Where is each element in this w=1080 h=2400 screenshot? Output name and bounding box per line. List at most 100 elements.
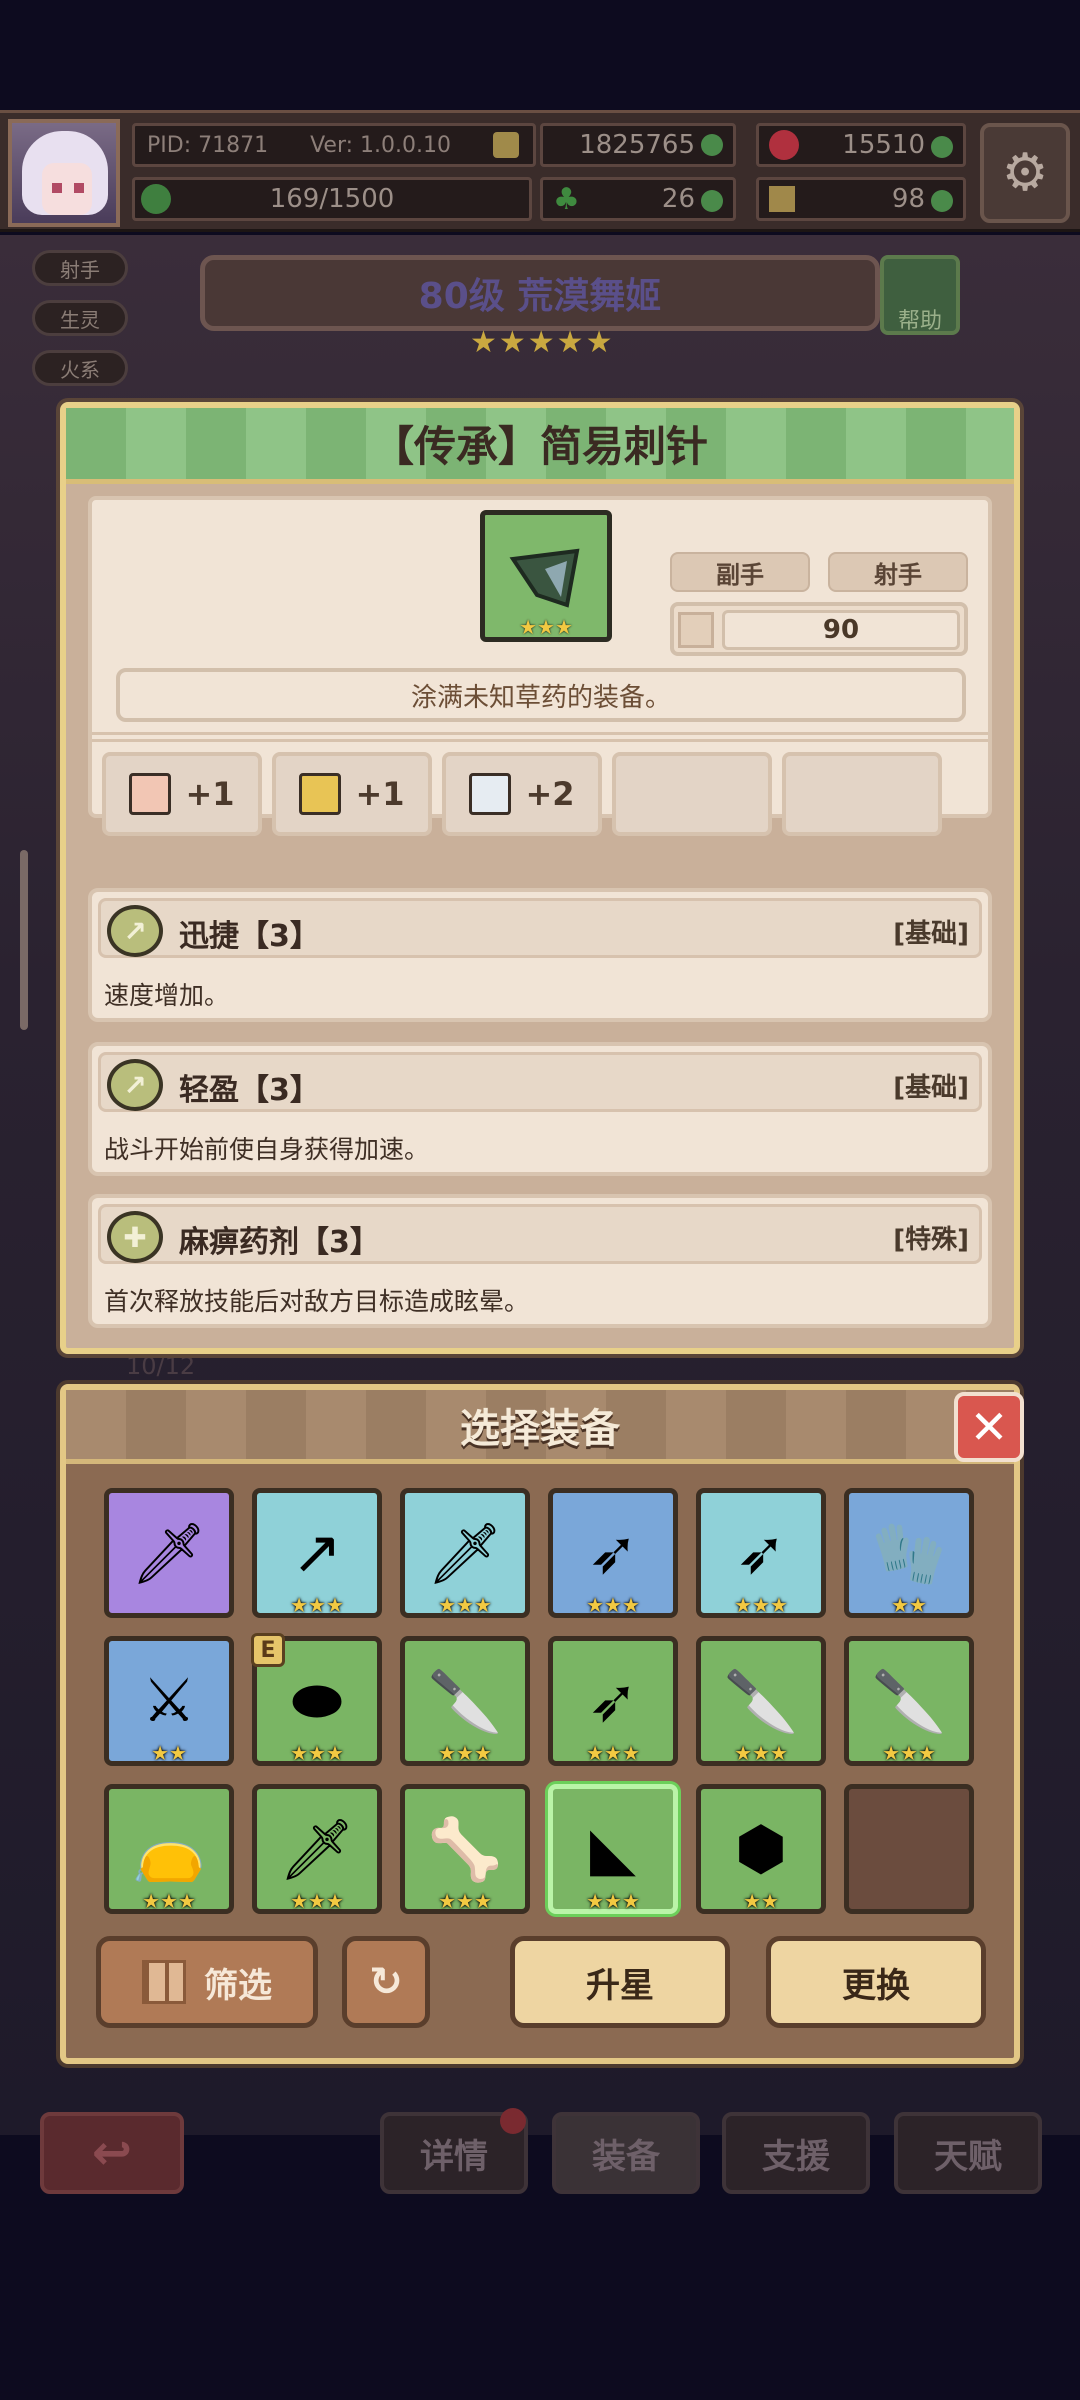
gold-row: 1825765 [540,123,736,167]
potion-skill-icon: ✚ [107,1211,163,1263]
item-stars: ★★★ [519,615,573,639]
skill-type: [基础] [893,1073,969,1103]
blade-icon: ⚔ [142,1666,196,1736]
item-stars: ★★★ [882,1741,936,1765]
leaf-icon [141,184,171,214]
add-icon[interactable] [701,190,723,212]
equipment-slot[interactable]: 🦴 ★★★ [400,1784,530,1914]
class-badge: 射手 [828,552,968,592]
gold-amount: 1825765 [579,130,695,160]
skill-name: 轻盈【3】 [179,1073,320,1108]
empty-equipment-slot[interactable] [844,1784,974,1914]
upgrade-star-button[interactable]: 升星 [510,1936,730,2028]
item-info-card: ★★★ 副手 射手 90 涂满未知草药的装备。 +1 +1 +2 [88,496,992,836]
equipment-slot[interactable]: 🗡 ★★★ [252,1784,382,1914]
refresh-icon[interactable]: ↻ [342,1936,430,2028]
equipment-slot[interactable]: 🗡 ★★★ [400,1488,530,1618]
shield-icon: ⬬ [291,1666,343,1736]
equipment-slot[interactable]: ⚔ ★★ [104,1636,234,1766]
empty-bonus-slot [782,752,942,836]
bonus-slot: +1 [102,752,262,836]
item-title: 【传承】简易刺针 [66,408,1014,484]
tab-equipment[interactable]: 装备 [552,2112,700,2194]
item-detail-panel: 【传承】简易刺针 ★★★ 副手 射手 90 涂满未知草药的装备。 +1 +1 +… [60,402,1020,1354]
equipment-slot[interactable]: ◣ ★★★ [548,1784,678,1914]
id-row: PID: 71871 Ver: 1.0.0.10 [132,123,536,167]
close-icon[interactable]: ✕ [954,1392,1024,1462]
scroll-icon [129,773,172,815]
equipment-grid: 🗡 ↗ ★★★ 🗡 ★★★ ➶ ★★★ ➶ ★★★ 🧤 ★★ ⚔ ★★ ⬬ ★★★ E 🔪 ★★★ ➶ ★★★ 🔪 ★★★… [104,1488,984,1918]
equipment-slot[interactable]: 🔪 ★★★ [400,1636,530,1766]
add-icon[interactable] [931,190,953,212]
grid-icon [678,612,714,648]
bag-counter: 10/12 [126,1352,196,1380]
item-stars: ★★ [743,1889,779,1913]
back-arrow-icon[interactable]: ↩ [40,2112,184,2194]
grid-icon [142,1960,186,2004]
replace-button[interactable]: 更换 [766,1936,986,2028]
skill-description: 速度增加。 [104,981,230,1010]
equipment-slot[interactable]: 👝 ★★★ [104,1784,234,1914]
add-icon[interactable] [931,136,953,158]
item-stars: ★★★ [290,1741,344,1765]
item-stars: ★★★ [142,1889,196,1913]
filter-label: 筛选 [204,1965,272,2006]
item-stars: ★★★ [290,1889,344,1913]
stamina-bar: 169/1500 [132,177,532,221]
glove-icon: 🧤 [871,1518,947,1589]
bonus-slot: +2 [442,752,602,836]
equipment-slot[interactable]: 🗡 [104,1488,234,1618]
skill-description: 首次释放技能后对敌方目标造成眩晕。 [104,1287,530,1316]
equipment-slot[interactable]: ⬢ ★★ [696,1784,826,1914]
help-button[interactable]: 帮助 [880,255,960,335]
boot-icon [299,773,342,815]
item-stars: ★★★ [586,1889,640,1913]
bone-icon: 🦴 [427,1814,503,1885]
equipment-slot[interactable]: ➶ ★★★ [696,1488,826,1618]
hero-tag: 火系 [32,350,128,386]
item-stars: ★★★ [734,1593,788,1617]
skill-type: [基础] [893,919,969,949]
shoe-amount: 98 [891,184,925,214]
equipment-slot[interactable]: 🧤 ★★ [844,1488,974,1618]
boot-icon [769,186,795,212]
needle-item-icon: ★★★ [480,510,612,642]
scroll-handle[interactable] [20,850,28,1030]
power-value: 90 [722,610,960,650]
stone-icon: ⬢ [734,1814,788,1884]
empty-bonus-slot [612,752,772,836]
player-id: PID: 71871 [147,132,269,158]
add-icon[interactable] [701,134,723,156]
sword-icon: 🗡 [130,1518,208,1589]
equipment-slot[interactable]: ↗ ★★★ [252,1488,382,1618]
hero-tag: 射手 [32,250,128,286]
arrow-icon: ➶ [735,1518,787,1588]
settings-gear-icon[interactable]: ⚙ [980,123,1070,223]
knife-icon: 🔪 [723,1666,799,1737]
tab-talent[interactable]: 天赋 [894,2112,1042,2194]
light-skill-icon: ↗ [107,1059,163,1111]
equipment-slot[interactable]: ➶ ★★★ [548,1488,678,1618]
skill-name: 迅捷【3】 [179,919,320,954]
item-stars: ★★ [891,1593,927,1617]
power-box: 90 [670,602,968,656]
item-stars: ★★★ [438,1593,492,1617]
equipment-slot[interactable]: ⬬ ★★★ E [251,1633,382,1766]
skill-description: 战斗开始前使自身获得加速。 [104,1135,430,1164]
tab-support[interactable]: 支援 [722,2112,870,2194]
equipment-slot[interactable]: ➶ ★★★ [548,1636,678,1766]
equipment-slot[interactable]: 🔪 ★★★ [696,1636,826,1766]
knife-icon: 🔪 [871,1666,947,1737]
gem-row: 15510 [756,123,966,167]
item-stars: ★★★ [438,1741,492,1765]
slot-type-badge: 副手 [670,552,810,592]
clover-row: ♣ 26 [540,177,736,221]
filter-button[interactable]: 筛选 [96,1936,318,2028]
hero-tag: 生灵 [32,300,128,336]
shoe-row: 98 [756,177,966,221]
player-avatar[interactable] [8,119,120,227]
arrow-icon: ➶ [587,1518,639,1588]
equipment-slot[interactable]: 🔪 ★★★ [844,1636,974,1766]
knife-icon: 🔪 [427,1666,503,1737]
skill-card: ✚ 麻痹药剂【3】 [特殊] 首次释放技能后对敌方目标造成眩晕。 [88,1194,992,1328]
